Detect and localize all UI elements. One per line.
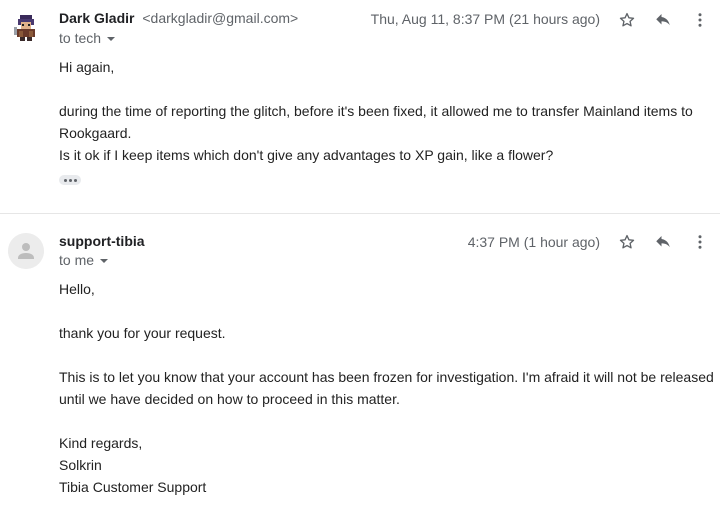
recipient-label: to tech (59, 30, 102, 46)
body-paragraph: Hi again, (59, 59, 115, 75)
message-timestamp: Thu, Aug 11, 8:37 PM (21 hours ago) (370, 11, 600, 27)
default-person-avatar-icon (8, 233, 44, 269)
pixel-character-avatar-icon (8, 9, 44, 45)
sender-line: support-tibia (59, 233, 145, 249)
more-vert-icon (698, 235, 702, 249)
body-paragraph: during the time of reporting the glitch,… (59, 103, 693, 163)
chevron-down-icon (100, 259, 109, 264)
message-support-tibia: support-tibia to me 4:37 PM (1 hour ago)… (0, 214, 720, 505)
sender-name[interactable]: Dark Gladir (59, 10, 134, 26)
body-paragraph: This is to let you know that your accoun… (59, 369, 714, 407)
star-button[interactable] (617, 232, 637, 252)
star-icon (619, 12, 635, 27)
message-timestamp: 4:37 PM (1 hour ago) (467, 234, 600, 250)
message-body: Hi again, during the time of reporting t… (59, 56, 715, 166)
recipient-label: to me (59, 252, 95, 268)
chevron-down-icon (107, 37, 116, 42)
reply-button[interactable] (653, 232, 673, 252)
sender-line: Dark Gladir <darkgladir@gmail.com> (59, 10, 298, 26)
message-dark-gladir: Dark Gladir <darkgladir@gmail.com> to te… (0, 0, 720, 213)
show-trimmed-content-button[interactable] (59, 175, 81, 185)
dot (68, 178, 72, 182)
body-paragraph: Hello, (59, 281, 95, 297)
body-paragraph: thank you for your request. (59, 325, 226, 341)
dot (63, 178, 67, 182)
more-options-button[interactable] (690, 10, 710, 30)
reply-icon (656, 236, 670, 248)
reply-button[interactable] (653, 10, 673, 30)
more-options-button[interactable] (690, 232, 710, 252)
sender-avatar[interactable] (8, 233, 44, 269)
message-body: Hello, thank you for your request. This … (59, 278, 715, 498)
sender-email: <darkgladir@gmail.com> (142, 10, 299, 26)
dot (73, 178, 77, 182)
sender-avatar[interactable] (8, 9, 44, 45)
sender-name[interactable]: support-tibia (59, 233, 145, 249)
more-vert-icon (698, 13, 702, 27)
recipient-dropdown[interactable]: to tech (59, 30, 116, 46)
reply-icon (656, 14, 670, 26)
star-button[interactable] (617, 10, 637, 30)
star-icon (619, 234, 635, 249)
recipient-dropdown[interactable]: to me (59, 252, 109, 268)
body-paragraph: Kind regards, Solkrin Tibia Customer Sup… (59, 435, 207, 495)
